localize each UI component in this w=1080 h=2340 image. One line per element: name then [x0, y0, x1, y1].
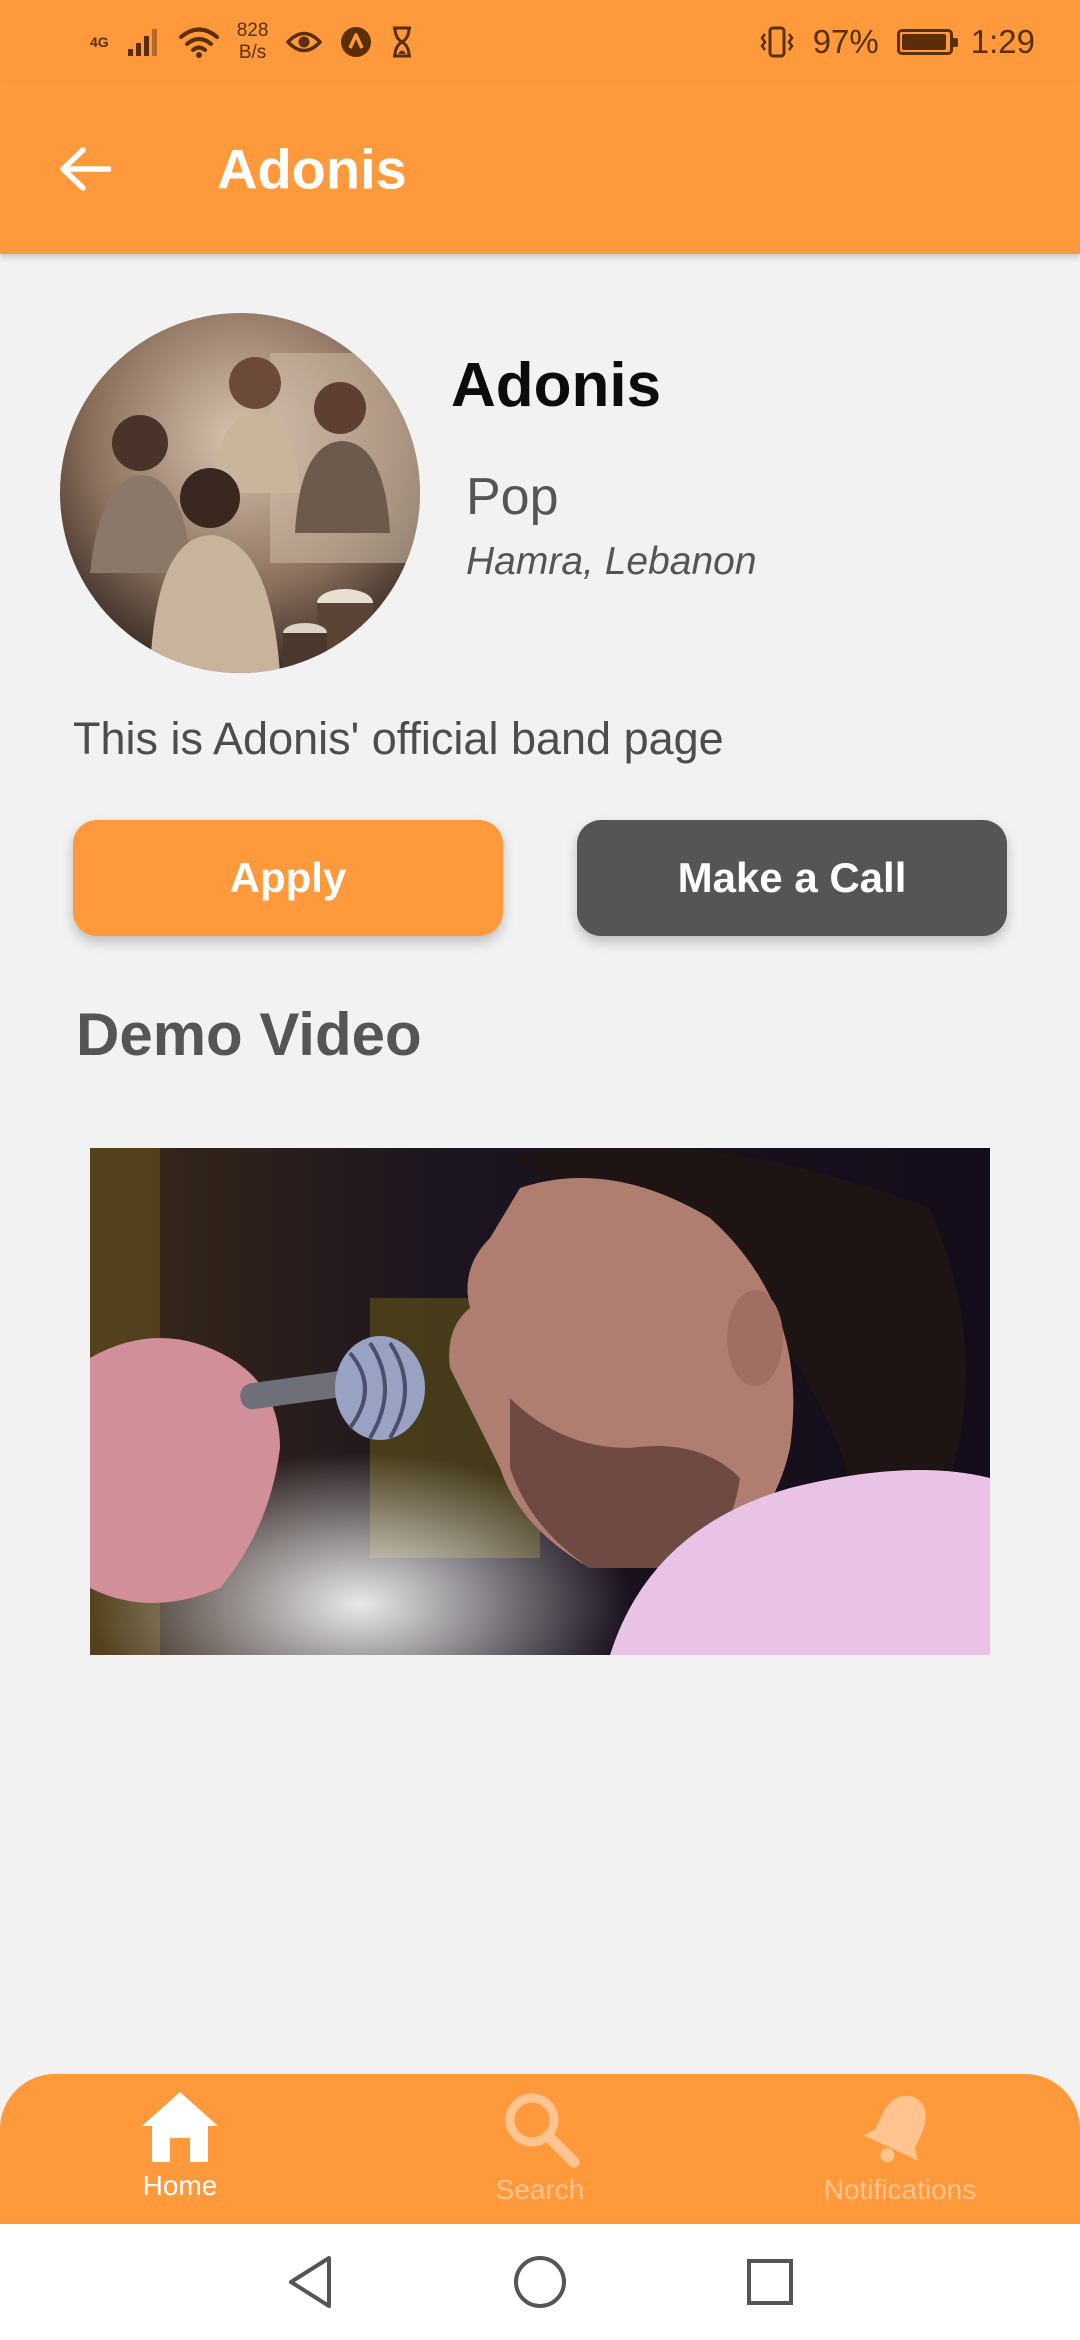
network-speed-unit: B/s	[238, 42, 267, 63]
app-bar: Adonis	[0, 84, 1080, 254]
apply-button[interactable]: Apply	[73, 820, 503, 936]
band-genre: Pop	[466, 468, 559, 526]
app-notification-icon	[340, 26, 372, 58]
home-icon	[142, 2092, 218, 2162]
nav-label-home: Home	[142, 2170, 218, 2201]
back-button[interactable]	[50, 134, 120, 204]
demo-video-title: Demo Video	[76, 1001, 422, 1068]
triangle-back-icon	[289, 2256, 331, 2308]
vibrate-icon	[759, 26, 795, 58]
nav-item-search[interactable]: Search	[390, 2074, 690, 2224]
nav-item-home[interactable]: Home	[30, 2074, 330, 2224]
arrow-left-icon	[60, 147, 111, 191]
app-bar-title: Adonis	[217, 137, 407, 201]
demo-video-player[interactable]	[90, 1148, 990, 1655]
wifi-icon	[178, 26, 219, 58]
network-speed: 828 B/s	[237, 20, 269, 64]
status-left: 4G 828 B/s	[90, 20, 414, 64]
network-speed-value: 828	[236, 20, 269, 41]
battery-icon	[896, 29, 958, 55]
system-home-button[interactable]	[510, 2252, 570, 2312]
system-back-button[interactable]	[280, 2252, 340, 2312]
eye-icon	[286, 29, 323, 55]
status-bar: 4G 828 B/s 97% 1:29	[0, 0, 1080, 84]
hourglass-icon	[390, 26, 414, 58]
bell-icon	[863, 2095, 926, 2163]
nav-label-notifications: Notifications	[823, 2174, 977, 2205]
nav-label-search: Search	[495, 2174, 585, 2205]
network-type: 4G	[90, 34, 109, 50]
signal-icon	[127, 27, 161, 57]
make-call-button[interactable]: Make a Call	[577, 820, 1007, 936]
search-icon	[505, 2093, 580, 2168]
band-location: Hamra, Lebanon	[466, 540, 757, 583]
status-right: 97% 1:29	[759, 23, 1035, 61]
square-recents-icon	[747, 2259, 793, 2305]
band-name: Adonis	[451, 351, 662, 420]
system-recents-button[interactable]	[740, 2252, 800, 2312]
profile-photo	[60, 313, 420, 673]
clock: 1:29	[970, 23, 1035, 60]
battery-fill	[901, 34, 947, 50]
battery-percent: 97%	[812, 23, 879, 60]
band-description: This is Adonis' official band page	[73, 713, 724, 764]
circle-home-icon	[514, 2256, 566, 2308]
nav-item-notifications[interactable]: Notifications	[750, 2074, 1050, 2224]
system-navigation-bar	[0, 2224, 1080, 2340]
bottom-navigation: Home Search Notifications	[0, 2074, 1080, 2224]
